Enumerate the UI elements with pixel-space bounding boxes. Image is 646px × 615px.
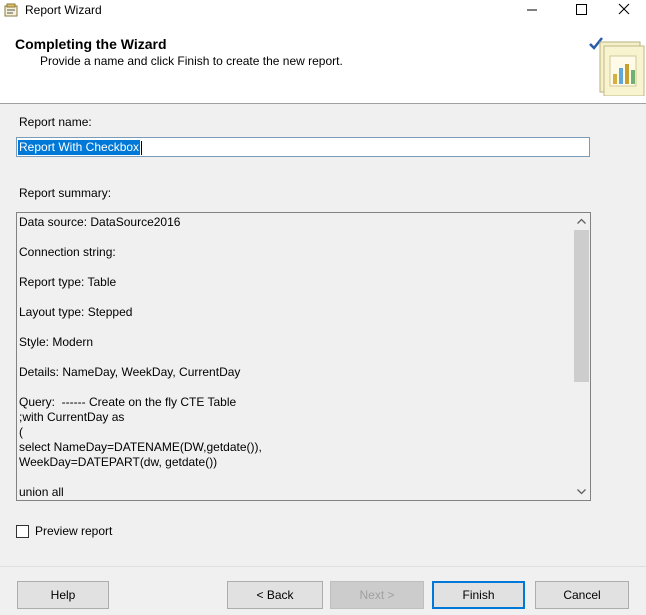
report-wizard-graphic-icon: [589, 37, 645, 96]
minimize-button[interactable]: [509, 0, 555, 20]
title-bar[interactable]: Report Wizard: [0, 0, 646, 20]
maximize-button[interactable]: [556, 0, 602, 20]
scroll-down-button[interactable]: [573, 483, 590, 500]
close-button[interactable]: [600, 0, 646, 20]
text-caret: [141, 141, 142, 155]
finish-button[interactable]: Finish: [432, 581, 525, 609]
report-summary-label: Report summary:: [19, 186, 112, 200]
report-summary-textbox[interactable]: Data source: DataSource2016 Connection s…: [16, 212, 591, 501]
page-subtitle: Provide a name and click Finish to creat…: [40, 54, 343, 68]
minimize-icon: [527, 9, 537, 11]
summary-scrollbar[interactable]: [573, 213, 590, 500]
cancel-button[interactable]: Cancel: [535, 581, 629, 609]
chevron-down-icon: [577, 489, 586, 495]
scroll-up-button[interactable]: [573, 213, 590, 230]
help-button[interactable]: Help: [17, 581, 109, 609]
preview-report-checkbox[interactable]: [16, 525, 29, 538]
chevron-up-icon: [577, 218, 586, 224]
page-title: Completing the Wizard: [15, 36, 167, 52]
wizard-footer: Help < Back Next > Finish Cancel: [0, 566, 646, 615]
next-button[interactable]: Next >: [330, 581, 424, 609]
report-name-label: Report name:: [19, 115, 92, 129]
wizard-header: Completing the Wizard Provide a name and…: [0, 20, 646, 104]
back-button[interactable]: < Back: [227, 581, 323, 609]
close-icon: [618, 3, 630, 15]
report-summary-text: Data source: DataSource2016 Connection s…: [19, 215, 262, 499]
window-title: Report Wizard: [25, 3, 102, 17]
scroll-thumb[interactable]: [574, 230, 589, 382]
wizard-app-icon: [4, 3, 18, 17]
report-name-input[interactable]: Report With Checkbox: [16, 137, 590, 157]
maximize-icon: [576, 4, 587, 15]
preview-report-option[interactable]: Preview report: [16, 524, 136, 540]
preview-report-label: Preview report: [35, 524, 113, 538]
report-name-value: Report With Checkbox: [18, 140, 141, 155]
